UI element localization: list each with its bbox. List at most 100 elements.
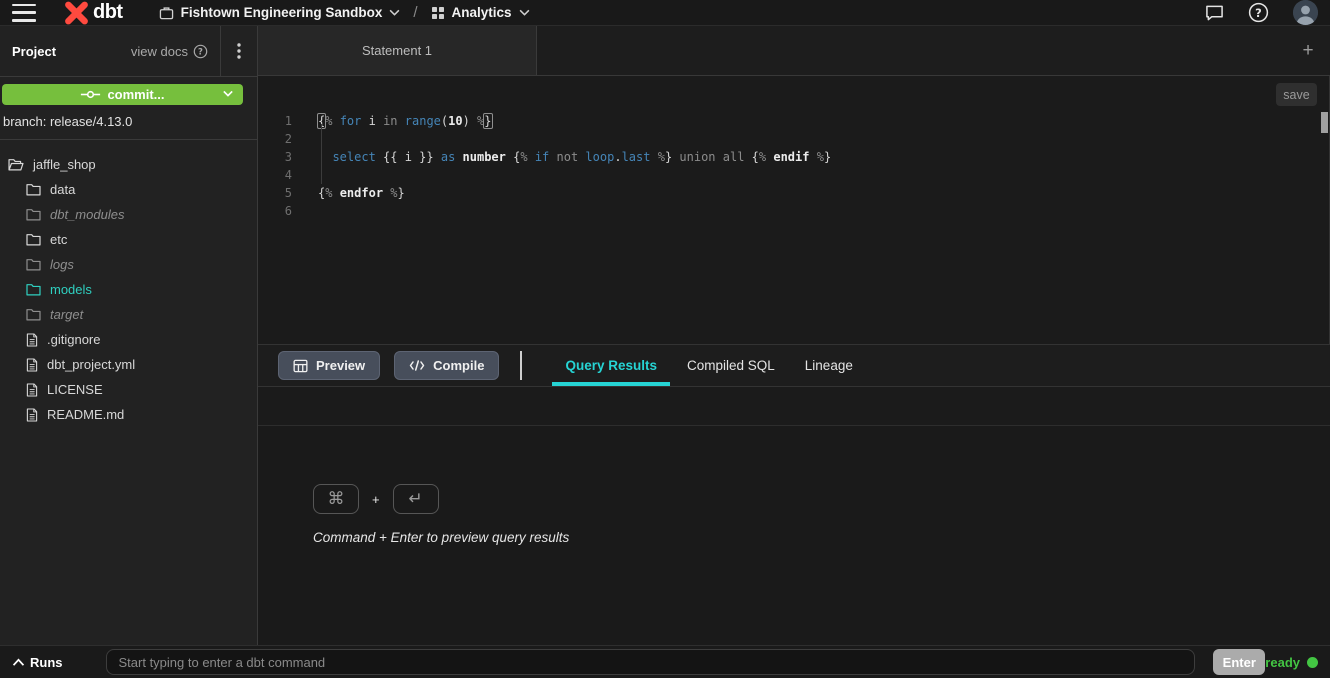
results-empty-state: ⌘ + ↵ Command + Enter to preview query r…: [258, 426, 1330, 645]
folder-icon: [26, 208, 41, 221]
chevron-down-icon: [389, 9, 400, 16]
git-commit-icon: [80, 89, 101, 100]
file-explorer-sidebar: Project view docs ?: [0, 26, 258, 645]
hamburger-menu-icon[interactable]: [12, 4, 36, 22]
tab-statement-1[interactable]: Statement 1: [258, 26, 537, 75]
tree-item-label: data: [50, 182, 75, 197]
folder-open-icon: [8, 158, 24, 171]
tree-item-jaffle_shop[interactable]: jaffle_shop: [0, 152, 257, 177]
dbt-cloud-ide: dbt Fishtown Engineering Sandbox / Analy…: [0, 0, 1330, 678]
sidebar-header: Project view docs ?: [0, 26, 257, 77]
compile-icon: [409, 359, 425, 372]
git-section: commit... branch: release/4.13.0: [0, 77, 257, 140]
cmd-key-icon: ⌘: [313, 484, 359, 514]
results-tabs: Query ResultsCompiled SQLLineage: [550, 345, 867, 386]
tree-item-logs[interactable]: logs: [0, 252, 257, 277]
tree-item-label: target: [50, 307, 83, 322]
line-number: 2: [258, 130, 292, 148]
chevron-down-icon: [223, 90, 233, 97]
dbt-logo: dbt: [64, 1, 123, 25]
tree-item-label: LICENSE: [47, 382, 103, 397]
line-number: 1: [258, 112, 292, 130]
folder-icon: [26, 258, 41, 271]
dbt-logo-mark: [64, 1, 89, 25]
new-tab-button[interactable]: +: [1286, 26, 1330, 75]
sidebar-title: Project: [0, 44, 56, 59]
tree-item-label: dbt_project.yml: [47, 357, 135, 372]
tree-item-etc[interactable]: etc: [0, 227, 257, 252]
top-bar-right: ?: [1205, 0, 1318, 25]
results-tab-lineage[interactable]: Lineage: [792, 345, 866, 386]
line-number: 3: [258, 148, 292, 166]
save-button[interactable]: save: [1276, 83, 1317, 106]
dbt-wordmark: dbt: [93, 1, 123, 24]
results-tab-query-results[interactable]: Query Results: [552, 345, 670, 386]
tree-item-label: .gitignore: [47, 332, 100, 347]
keys-plus: +: [372, 492, 380, 507]
tree-item-dbt_modules[interactable]: dbt_modules: [0, 202, 257, 227]
folder-icon: [26, 283, 41, 296]
tree-item-models[interactable]: models: [0, 277, 257, 302]
empty-state-hint: Command + Enter to preview query results: [313, 530, 569, 545]
account-name: Fishtown Engineering Sandbox: [181, 5, 383, 20]
code-line-5[interactable]: 5{% endfor %}: [258, 184, 1319, 202]
file-icon: [26, 383, 38, 397]
tree-item-label: jaffle_shop: [33, 157, 96, 172]
kebab-icon: [237, 43, 241, 59]
svg-text:?: ?: [198, 46, 203, 56]
user-avatar[interactable]: [1293, 0, 1318, 25]
editor-tab-strip: Statement 1 +: [258, 26, 1330, 76]
results-header-strip: [258, 387, 1330, 426]
runs-toggle[interactable]: Runs: [12, 655, 63, 670]
breadcrumb-separator: /: [413, 4, 417, 21]
compile-button[interactable]: Compile: [394, 351, 499, 380]
folder-icon: [26, 233, 41, 246]
results-toolbar: Preview Compile Query ResultsCompiled SQ…: [258, 345, 1330, 387]
chat-icon[interactable]: [1205, 4, 1224, 22]
code-line-2[interactable]: 2: [258, 130, 1319, 148]
view-docs-link[interactable]: view docs ?: [131, 44, 220, 59]
sidebar-menu-button[interactable]: [220, 26, 257, 76]
preview-button[interactable]: Preview: [278, 351, 380, 380]
status-indicator: ready: [1265, 655, 1318, 670]
code-line-6[interactable]: 6: [258, 202, 1319, 220]
account-switcher[interactable]: Fishtown Engineering Sandbox: [159, 5, 401, 20]
tree-item-label: models: [50, 282, 92, 297]
indent-guide: [321, 124, 322, 184]
code-text: select {{ i }} as number {% if not loop.…: [292, 148, 831, 166]
runs-label: Runs: [30, 655, 63, 670]
commit-button[interactable]: commit...: [2, 84, 243, 105]
tree-item-README.md[interactable]: README.md: [0, 402, 257, 427]
ready-dot: [1307, 657, 1318, 668]
editor-scrollbar[interactable]: [1321, 112, 1328, 133]
line-number: 5: [258, 184, 292, 202]
tree-item-label: logs: [50, 257, 74, 272]
tree-item-data[interactable]: data: [0, 177, 257, 202]
help-icon[interactable]: ?: [1248, 2, 1269, 23]
svg-text:?: ?: [1255, 6, 1262, 20]
tree-item-dbt_project.yml[interactable]: dbt_project.yml: [0, 352, 257, 377]
apps-grid-icon: [431, 6, 445, 20]
dbt-command-input[interactable]: [106, 649, 1196, 675]
tree-item-.gitignore[interactable]: .gitignore: [0, 327, 257, 352]
code-lines: 1{% for i in range(10) %}23 select {{ i …: [258, 112, 1319, 220]
project-name: Analytics: [452, 5, 512, 20]
code-text: [292, 166, 318, 184]
tree-item-label: etc: [50, 232, 67, 247]
enter-button[interactable]: Enter: [1213, 649, 1265, 675]
main-area: Statement 1 + save 1{% for i in range(10…: [258, 26, 1330, 645]
tree-item-target[interactable]: target: [0, 302, 257, 327]
code-line-4[interactable]: 4: [258, 166, 1319, 184]
code-line-1[interactable]: 1{% for i in range(10) %}: [258, 112, 1319, 130]
code-editor[interactable]: save 1{% for i in range(10) %}23 select …: [258, 76, 1330, 344]
top-bar: dbt Fishtown Engineering Sandbox / Analy…: [0, 0, 1330, 26]
file-icon: [26, 333, 38, 347]
command-bar: Runs Enter ready: [0, 645, 1330, 678]
code-line-3[interactable]: 3 select {{ i }} as number {% if not loo…: [258, 148, 1319, 166]
line-number: 6: [258, 202, 292, 220]
results-tab-compiled-sql[interactable]: Compiled SQL: [674, 345, 788, 386]
project-switcher[interactable]: Analytics: [431, 5, 530, 20]
tree-item-LICENSE[interactable]: LICENSE: [0, 377, 257, 402]
folder-icon: [26, 308, 41, 321]
briefcase-icon: [159, 6, 174, 20]
